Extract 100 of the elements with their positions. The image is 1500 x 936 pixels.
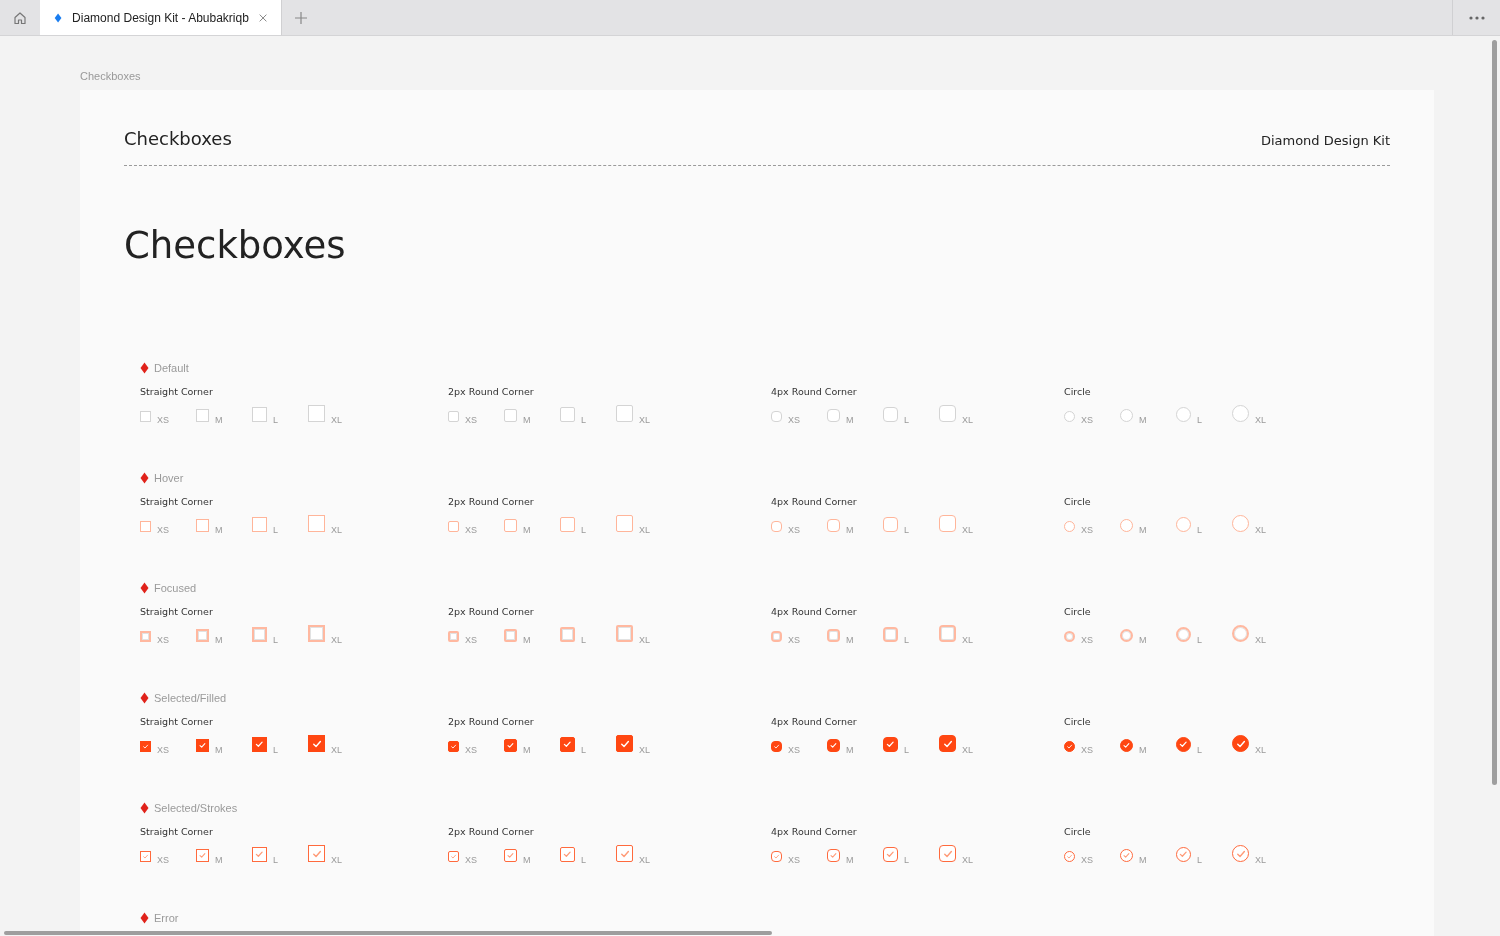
size-label: M bbox=[846, 635, 854, 645]
size-label: XS bbox=[788, 745, 800, 755]
checkbox[interactable] bbox=[252, 737, 267, 752]
checkbox[interactable] bbox=[939, 845, 956, 862]
checkbox[interactable] bbox=[1176, 627, 1191, 642]
checkbox[interactable] bbox=[827, 739, 840, 752]
size-label: L bbox=[904, 525, 909, 535]
size-label: XL bbox=[1255, 745, 1266, 755]
checkbox[interactable] bbox=[771, 851, 782, 862]
checkbox[interactable] bbox=[883, 517, 898, 532]
checkbox[interactable] bbox=[196, 629, 209, 642]
size-label: XS bbox=[1081, 745, 1093, 755]
size-label: M bbox=[523, 525, 531, 535]
size-label: L bbox=[1197, 635, 1202, 645]
size-label: M bbox=[846, 745, 854, 755]
checkbox[interactable] bbox=[252, 517, 267, 532]
checkbox[interactable] bbox=[308, 515, 325, 532]
checkbox[interactable] bbox=[883, 847, 898, 862]
group-label: Circle bbox=[1064, 826, 1092, 839]
checkbox[interactable] bbox=[1120, 519, 1133, 532]
checkbox[interactable] bbox=[196, 739, 209, 752]
horizontal-scrollbar[interactable] bbox=[4, 931, 772, 935]
checkbox[interactable] bbox=[560, 847, 575, 862]
size-label: L bbox=[581, 745, 586, 755]
checkbox[interactable] bbox=[771, 521, 782, 532]
checkbox[interactable] bbox=[448, 521, 459, 532]
checkbox[interactable] bbox=[827, 849, 840, 862]
section-title: Focused bbox=[154, 582, 197, 594]
checkbox[interactable] bbox=[448, 741, 459, 752]
checkbox[interactable] bbox=[1120, 739, 1133, 752]
diamond-icon bbox=[140, 802, 149, 814]
size-label: L bbox=[904, 415, 909, 425]
group-label: 4px Round Corner bbox=[771, 716, 858, 729]
checkbox[interactable] bbox=[504, 519, 517, 532]
checkbox[interactable] bbox=[1120, 849, 1133, 862]
checkbox[interactable] bbox=[827, 629, 840, 642]
checkbox[interactable] bbox=[939, 625, 956, 642]
checkbox[interactable] bbox=[1064, 851, 1075, 862]
checkbox[interactable] bbox=[308, 845, 325, 862]
checkbox[interactable] bbox=[252, 847, 267, 862]
checkbox[interactable] bbox=[771, 741, 782, 752]
size-label: M bbox=[1139, 415, 1147, 425]
checkbox[interactable] bbox=[616, 515, 633, 532]
checkbox[interactable] bbox=[196, 519, 209, 532]
size-label: XS bbox=[157, 415, 169, 425]
checkbox[interactable] bbox=[504, 849, 517, 862]
check-icon bbox=[1065, 742, 1074, 751]
checkbox[interactable] bbox=[1176, 737, 1191, 752]
checkbox[interactable] bbox=[560, 627, 575, 642]
checkbox[interactable] bbox=[140, 521, 151, 532]
group-label: 4px Round Corner bbox=[771, 496, 858, 509]
section-title: Hover bbox=[154, 472, 184, 484]
breadcrumb: Checkboxes bbox=[80, 69, 142, 84]
checkbox[interactable] bbox=[504, 739, 517, 752]
checkbox[interactable] bbox=[771, 631, 782, 642]
checkbox[interactable] bbox=[1064, 631, 1075, 642]
checkbox[interactable] bbox=[1064, 521, 1075, 532]
checkbox[interactable] bbox=[1120, 629, 1133, 642]
checkbox[interactable] bbox=[308, 735, 325, 752]
checkbox[interactable] bbox=[883, 737, 898, 752]
checkbox[interactable] bbox=[1176, 847, 1191, 862]
checkbox[interactable] bbox=[448, 631, 459, 642]
checkbox[interactable] bbox=[448, 851, 459, 862]
checkbox[interactable] bbox=[560, 517, 575, 532]
checkbox[interactable] bbox=[308, 625, 325, 642]
checkbox[interactable] bbox=[939, 735, 956, 752]
checkbox[interactable] bbox=[827, 519, 840, 532]
checkbox[interactable] bbox=[1232, 625, 1249, 642]
check-icon bbox=[1065, 852, 1074, 861]
new-tab-icon[interactable] bbox=[295, 11, 307, 24]
size-label: XS bbox=[1081, 525, 1093, 535]
checkbox[interactable] bbox=[1232, 735, 1249, 752]
checkbox[interactable] bbox=[140, 741, 151, 752]
checkbox[interactable] bbox=[1064, 741, 1075, 752]
check-icon bbox=[1178, 739, 1189, 750]
size-label: XL bbox=[639, 525, 650, 535]
checkbox[interactable] bbox=[1176, 517, 1191, 532]
checkbox[interactable] bbox=[616, 845, 633, 862]
size-label: XL bbox=[331, 415, 342, 425]
checkbox[interactable] bbox=[616, 735, 633, 752]
checkbox[interactable] bbox=[504, 629, 517, 642]
checkbox[interactable] bbox=[140, 631, 151, 642]
check-icon bbox=[506, 741, 515, 750]
checkbox[interactable] bbox=[252, 627, 267, 642]
checkbox[interactable] bbox=[140, 851, 151, 862]
size-label: L bbox=[273, 855, 278, 865]
checkbox[interactable] bbox=[1232, 845, 1249, 862]
checkbox[interactable] bbox=[883, 627, 898, 642]
size-label: XS bbox=[1081, 415, 1093, 425]
diamond-icon bbox=[140, 582, 149, 594]
vertical-scrollbar[interactable] bbox=[1492, 40, 1497, 785]
checkbox[interactable] bbox=[1232, 515, 1249, 532]
size-label: XL bbox=[331, 635, 342, 645]
checkbox[interactable] bbox=[196, 849, 209, 862]
check-icon bbox=[1122, 851, 1131, 860]
checkbox[interactable] bbox=[616, 625, 633, 642]
size-label: XS bbox=[157, 745, 169, 755]
checkbox[interactable] bbox=[939, 515, 956, 532]
checkbox[interactable] bbox=[560, 737, 575, 752]
browser-tab[interactable]: Diamond Design Kit - Abubakriqb bbox=[40, 0, 282, 35]
